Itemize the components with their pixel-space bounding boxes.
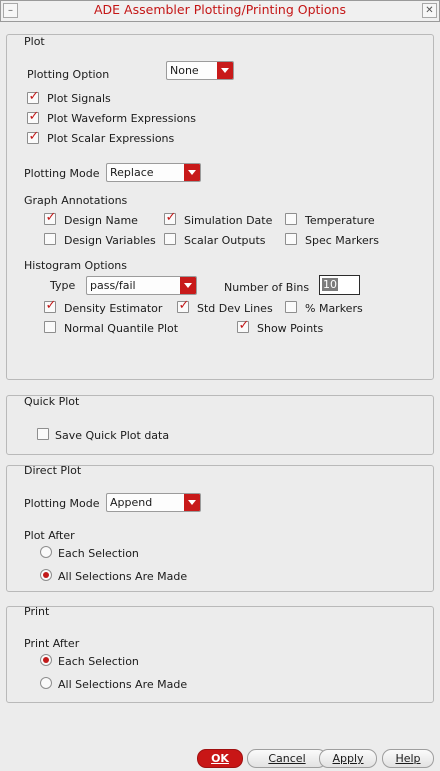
- percent-markers-label: % Markers: [305, 302, 363, 315]
- ok-button[interactable]: OK: [197, 749, 243, 768]
- close-icon: ✕: [425, 5, 434, 16]
- plotting-option-select[interactable]: None: [166, 61, 234, 80]
- design-name-checkbox[interactable]: ✓: [44, 210, 57, 225]
- plotting-mode-select[interactable]: Replace: [106, 163, 201, 182]
- plot-after-each-selection-radio[interactable]: [40, 546, 52, 558]
- design-name-label: Design Name: [64, 214, 138, 227]
- print-group-title: Print: [24, 605, 50, 618]
- percent-markers-checkbox[interactable]: [285, 301, 297, 313]
- normal-quantile-plot-label: Normal Quantile Plot: [64, 322, 179, 335]
- plotting-option-label: Plotting Option: [27, 68, 110, 81]
- chevron-down-icon: [180, 277, 196, 294]
- plot-group-title: Plot: [24, 35, 45, 48]
- help-button-label: Help: [395, 752, 421, 765]
- density-estimator-checkbox[interactable]: ✓: [44, 298, 57, 313]
- histogram-type-value: pass/fail: [90, 279, 136, 292]
- save-quick-plot-label: Save Quick Plot data: [55, 429, 170, 442]
- help-button[interactable]: Help: [382, 749, 434, 768]
- simulation-date-checkbox[interactable]: ✓: [164, 210, 177, 225]
- check-icon: ✓: [45, 210, 57, 225]
- graph-annotations-label: Graph Annotations: [24, 194, 128, 207]
- apply-button-label: Apply: [332, 752, 364, 765]
- quick-plot-group-title: Quick Plot: [24, 395, 80, 408]
- plot-after-all-selections-label: All Selections Are Made: [58, 570, 188, 583]
- check-icon: ✓: [28, 109, 40, 124]
- cancel-button[interactable]: Cancel: [247, 749, 327, 768]
- number-of-bins-input[interactable]: 10: [319, 275, 360, 295]
- temperature-checkbox[interactable]: [285, 213, 297, 225]
- apply-button[interactable]: Apply: [319, 749, 377, 768]
- simulation-date-label: Simulation Date: [184, 214, 273, 227]
- spec-markers-checkbox[interactable]: [285, 233, 297, 245]
- number-of-bins-value: 10: [322, 278, 338, 291]
- plotting-mode-value: Replace: [110, 166, 154, 179]
- number-of-bins-label: Number of Bins: [224, 281, 310, 294]
- radio-selected-icon: [43, 657, 49, 663]
- plot-waveform-expressions-checkbox[interactable]: ✓: [27, 109, 40, 124]
- chevron-down-icon: [184, 164, 200, 181]
- show-points-checkbox[interactable]: ✓: [237, 318, 250, 333]
- direct-plotting-mode-label: Plotting Mode: [24, 497, 100, 510]
- plot-after-label: Plot After: [24, 529, 75, 542]
- check-icon: ✓: [165, 210, 177, 225]
- check-icon: ✓: [178, 298, 190, 313]
- scalar-outputs-checkbox[interactable]: [164, 233, 176, 245]
- plot-scalar-expressions-label: Plot Scalar Expressions: [47, 132, 175, 145]
- normal-quantile-plot-checkbox[interactable]: [44, 321, 56, 333]
- chevron-down-icon: [184, 494, 200, 511]
- plot-signals-checkbox[interactable]: ✓: [27, 89, 40, 104]
- plot-scalar-expressions-checkbox[interactable]: ✓: [27, 129, 40, 144]
- check-icon: ✓: [28, 129, 40, 144]
- check-icon: ✓: [238, 318, 250, 333]
- density-estimator-label: Density Estimator: [64, 302, 163, 315]
- histogram-options-label: Histogram Options: [24, 259, 128, 272]
- spec-markers-label: Spec Markers: [305, 234, 380, 247]
- plot-after-each-selection-label: Each Selection: [58, 547, 139, 560]
- print-after-label: Print After: [24, 637, 80, 650]
- print-after-each-selection-label: Each Selection: [58, 655, 139, 668]
- plot-signals-label: Plot Signals: [47, 92, 111, 105]
- histogram-type-select[interactable]: pass/fail: [86, 276, 197, 295]
- plotting-mode-label: Plotting Mode: [24, 167, 100, 180]
- plot-after-all-selections-radio[interactable]: [40, 569, 52, 581]
- save-quick-plot-checkbox[interactable]: [37, 428, 49, 440]
- histogram-type-label: Type: [50, 279, 76, 292]
- print-after-each-selection-radio[interactable]: [40, 654, 52, 666]
- chevron-down-icon: [217, 62, 233, 79]
- cancel-button-label: Cancel: [268, 752, 306, 765]
- scalar-outputs-label: Scalar Outputs: [184, 234, 266, 247]
- check-icon: ✓: [28, 89, 40, 104]
- design-variables-checkbox[interactable]: [44, 233, 56, 245]
- window-title: ADE Assembler Plotting/Printing Options: [94, 2, 346, 17]
- design-variables-label: Design Variables: [64, 234, 156, 247]
- temperature-label: Temperature: [305, 214, 375, 227]
- print-after-all-selections-label: All Selections Are Made: [58, 678, 188, 691]
- check-icon: ✓: [45, 298, 57, 313]
- radio-selected-icon: [43, 572, 49, 578]
- direct-plotting-mode-value: Append: [110, 496, 153, 509]
- show-points-label: Show Points: [257, 322, 324, 335]
- plot-waveform-expressions-label: Plot Waveform Expressions: [47, 112, 197, 125]
- close-button[interactable]: ✕: [422, 3, 437, 18]
- direct-plot-group-title: Direct Plot: [24, 464, 82, 477]
- std-dev-lines-checkbox[interactable]: ✓: [177, 298, 190, 313]
- print-after-all-selections-radio[interactable]: [40, 677, 52, 689]
- direct-plotting-mode-select[interactable]: Append: [106, 493, 201, 512]
- std-dev-lines-label: Std Dev Lines: [197, 302, 273, 315]
- ok-button-label: OK: [211, 752, 229, 765]
- plotting-option-value: None: [170, 64, 199, 77]
